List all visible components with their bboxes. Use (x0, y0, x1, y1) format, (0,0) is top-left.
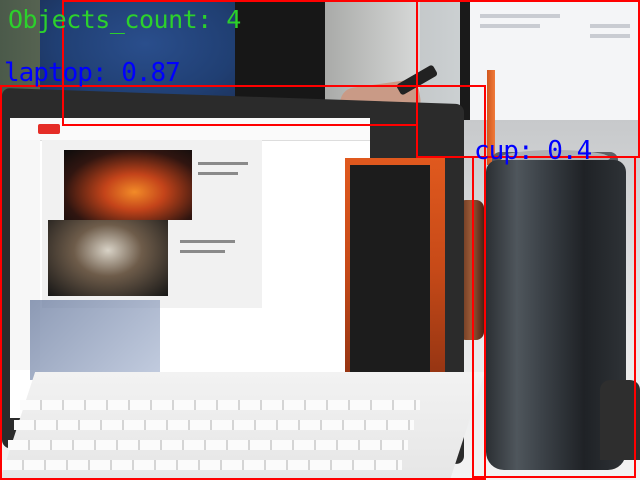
detection-box-cup (472, 156, 636, 478)
objects-count-label: Objects_count: 4 (8, 5, 241, 34)
detection-label-cup: cup: 0.4 (474, 136, 592, 166)
detection-label-laptop: laptop: 0.87 (4, 58, 181, 88)
detection-box-monitor (416, 0, 640, 158)
camera-frame: laptop: 0.87 cup: 0.4 Objects_count: 4 (0, 0, 640, 480)
detection-box-laptop (0, 85, 486, 480)
